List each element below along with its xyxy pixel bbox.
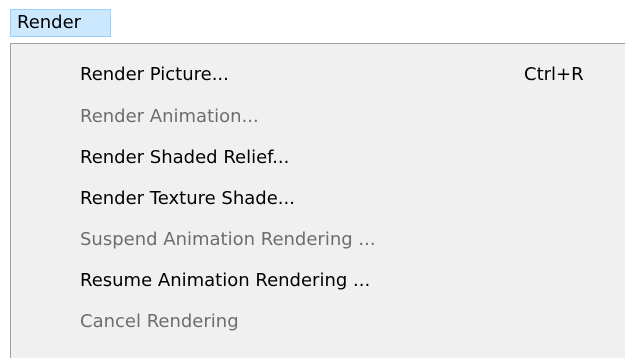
menu-item-label: Render Animation... <box>80 106 259 127</box>
menu-item-render-shaded-relief[interactable]: Render Shaded Relief... <box>11 138 625 178</box>
menu-item-label: Render Texture Shade... <box>80 188 295 209</box>
menu-item-label: Render Shaded Relief... <box>80 147 290 168</box>
menu-item-suspend-animation-rendering: Suspend Animation Rendering ... <box>11 220 625 260</box>
menu-item-cancel-rendering: Cancel Rendering <box>11 302 625 342</box>
menu-item-resume-animation-rendering[interactable]: Resume Animation Rendering ... <box>11 261 625 301</box>
render-menu[interactable]: Render <box>10 9 111 37</box>
render-menu-label: Render <box>17 12 82 33</box>
menu-bar: Render <box>0 0 625 46</box>
menu-item-label: Render Picture... <box>80 64 229 85</box>
menu-item-label: Cancel Rendering <box>80 311 239 332</box>
menu-item-render-picture[interactable]: Render Picture... Ctrl+R <box>11 55 625 95</box>
menu-item-render-texture-shade[interactable]: Render Texture Shade... <box>11 179 625 219</box>
menu-item-label: Resume Animation Rendering ... <box>80 270 371 291</box>
menu-item-shortcut: Ctrl+R <box>524 64 584 85</box>
render-dropdown-menu: Render Picture... Ctrl+R Render Animatio… <box>10 43 625 358</box>
menu-item-render-animation: Render Animation... <box>11 97 625 137</box>
menu-item-label: Suspend Animation Rendering ... <box>80 229 376 250</box>
